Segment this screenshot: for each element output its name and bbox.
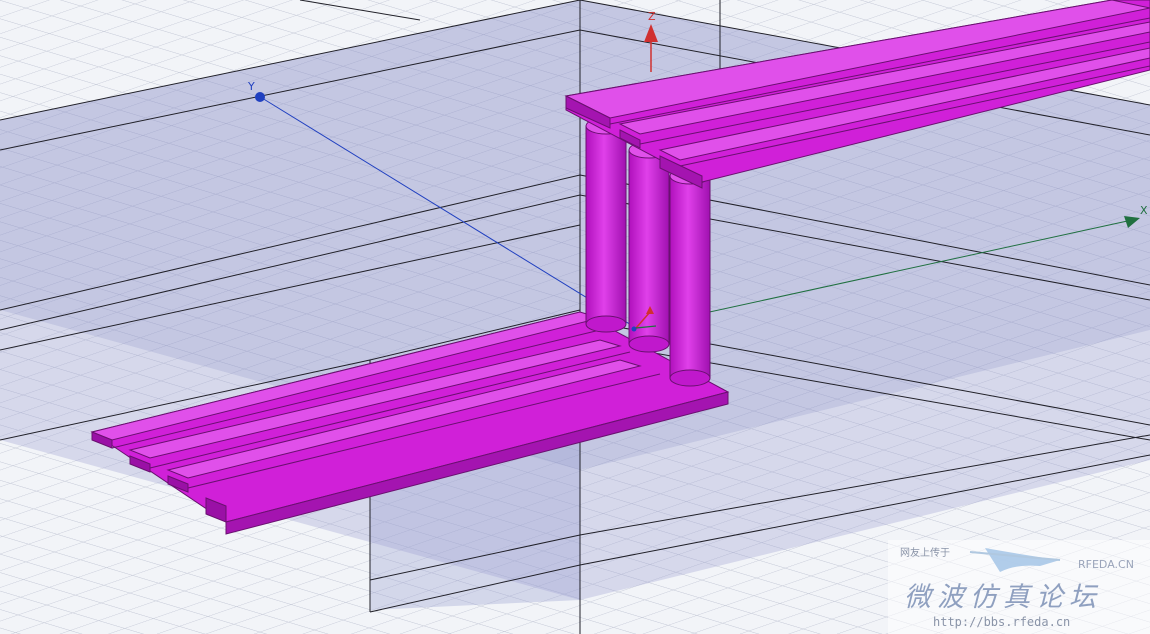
watermark-url: http://bbs.rfeda.cn bbox=[933, 615, 1070, 629]
y-axis-label: Y bbox=[247, 80, 255, 93]
3d-model-viewport[interactable]: Y X Z 网友上传于 RFEDA.CN 微波仿真论坛 http://bbs.r… bbox=[0, 0, 1150, 634]
watermark-line1: 网友上传于 bbox=[900, 546, 950, 559]
z-axis-label: Z bbox=[648, 10, 656, 23]
x-axis-label: X bbox=[1140, 204, 1148, 217]
watermark: 网友上传于 RFEDA.CN 微波仿真论坛 http://bbs.rfeda.c… bbox=[888, 540, 1150, 634]
watermark-brand: RFEDA.CN bbox=[1078, 558, 1134, 571]
watermark-title: 微波仿真论坛 bbox=[904, 582, 1102, 613]
